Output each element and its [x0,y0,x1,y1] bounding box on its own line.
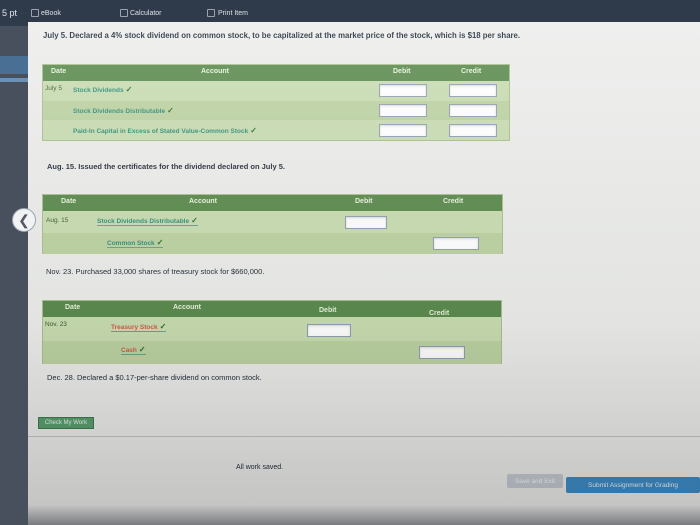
check-icon: ✓ [191,216,198,225]
check-icon: ✓ [138,345,146,354]
aug15-instruction: Aug. 15. Issued the certificates for the… [47,162,285,171]
table-header: Date Account Debit Credit [43,301,501,317]
account-label: Stock Dividends Distributable [97,218,190,225]
july5-instruction: July 5. Declared a 4% stock dividend on … [43,31,521,40]
points-label: 5 pt [2,8,18,18]
table-row: Common Stock ✓ [43,233,502,254]
save-and-exit-button[interactable]: Save and Exit [507,474,563,488]
credit-input[interactable] [449,84,497,97]
back-button[interactable]: ❮ [12,208,36,232]
header-account: Account [189,198,217,205]
table-header: Date Account Debit Credit [43,195,502,211]
table-row: Aug. 15 Stock Dividends Distributable ✓ [43,212,502,232]
journal-table-july5: Date Account Debit Credit July 5 Stock D… [42,64,510,141]
debit-input[interactable] [379,104,427,117]
header-debit: Debit [393,68,411,75]
sidebar-active-item[interactable] [0,56,28,74]
check-icon: ✓ [156,238,164,247]
header-account: Account [173,304,201,311]
check-icon: ✓ [250,126,257,135]
check-icon: ✓ [159,322,167,331]
row-date: July 5 [45,85,62,92]
debit-input[interactable] [345,216,387,229]
header-credit: Credit [461,68,482,75]
debit-input[interactable] [379,84,427,97]
account-label: Cash [121,347,137,354]
table-row: Stock Dividends Distributable ✓ [43,101,509,120]
account-select[interactable]: Stock Dividends Distributable ✓ [97,216,198,226]
header-date: Date [65,304,81,311]
table-header: Date Account Debit Credit [43,65,509,81]
save-status: All work saved. [236,464,284,471]
account-label: Paid-In Capital in Excess of Stated Valu… [73,128,249,135]
account-label: Stock Dividends Distributable [73,108,166,115]
sidebar-accent [0,78,28,82]
account-select[interactable]: Cash ✓ [121,345,146,355]
credit-input[interactable] [449,104,497,117]
credit-input[interactable] [433,237,479,250]
calculator-icon [120,9,128,17]
table-row: Nov. 23 Treasury Stock ✓ [43,319,501,341]
table-row: Paid-In Capital in Excess of Stated Valu… [43,121,509,141]
journal-table-nov23: Date Account Debit Credit Nov. 23 Treasu… [42,300,502,364]
table-row: July 5 Stock Dividends ✓ [43,81,509,100]
header-account: Account [201,68,229,75]
left-sidebar [0,26,28,525]
account-label: Common Stock [107,240,155,247]
ebook-icon [31,9,39,17]
divider [28,436,700,437]
tab-print-item[interactable]: Print Item [218,10,248,17]
nov23-instruction: Nov. 23. Purchased 33,000 shares of trea… [46,267,265,276]
debit-input[interactable] [379,124,427,137]
dec28-instruction: Dec. 28. Declared a $0.17-per-share divi… [47,373,262,382]
journal-table-aug15: Date Account Debit Credit Aug. 15 Stock … [42,194,503,254]
account-label: Stock Dividends [73,87,124,94]
check-icon: ✓ [167,106,174,115]
debit-input[interactable] [307,324,351,337]
account-select[interactable]: Common Stock ✓ [107,238,164,248]
check-my-work-button[interactable]: Check My Work [38,417,94,429]
account-select[interactable]: Stock Dividends Distributable ✓ [73,106,174,115]
table-row: Cash ✓ [43,341,501,364]
submit-assignment-button[interactable]: Submit Assignment for Grading [566,477,700,493]
header-date: Date [61,198,77,205]
header-credit: Credit [429,310,450,317]
account-label: Treasury Stock [111,324,158,331]
credit-input[interactable] [419,346,465,359]
account-select[interactable]: Stock Dividends ✓ [73,85,132,94]
bottom-shadow [28,505,700,525]
chevron-left-icon: ❮ [18,211,30,228]
check-icon: ✓ [125,85,133,94]
header-credit: Credit [443,198,464,205]
tab-calculator[interactable]: Calculator [130,10,162,17]
tab-ebook[interactable]: eBook [41,10,61,17]
account-select[interactable]: Treasury Stock ✓ [111,322,167,332]
header-debit: Debit [319,307,337,314]
row-date: Nov. 23 [45,321,67,328]
header-debit: Debit [355,198,373,205]
account-select[interactable]: Paid-In Capital in Excess of Stated Valu… [73,126,257,135]
print-icon [207,9,215,17]
credit-input[interactable] [449,124,497,137]
row-date: Aug. 15 [46,217,69,224]
header-date: Date [51,68,67,75]
